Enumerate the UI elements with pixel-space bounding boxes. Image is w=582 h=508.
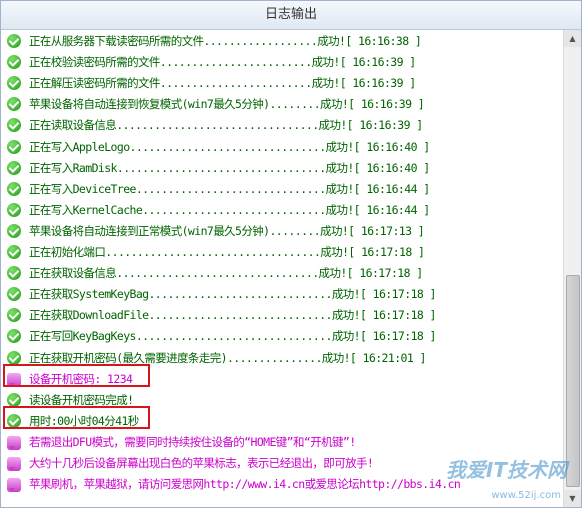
scroll-down-arrow-icon[interactable]: ▼ bbox=[564, 490, 581, 507]
watermark-url: www.52ij.com bbox=[491, 490, 561, 501]
log-entry-text: 正在获取DownloadFile........................… bbox=[29, 308, 436, 323]
log-entry-text: 正在获取SystemKeyBag........................… bbox=[29, 287, 436, 302]
success-check-icon bbox=[7, 329, 21, 344]
success-check-icon bbox=[7, 97, 21, 112]
success-check-icon bbox=[7, 392, 21, 407]
log-entry-text: 正在校验读密码所需的文件........................成功![… bbox=[29, 55, 416, 70]
scrollbar-thumb[interactable] bbox=[566, 275, 580, 487]
log-entry-text: 大约十几秒后设备屏幕出现白色的苹果标志，表示已经退出，即可放手! bbox=[29, 456, 374, 470]
message-bubble-icon bbox=[7, 457, 21, 471]
log-entry-text: 正在写入KernelCache.........................… bbox=[29, 202, 430, 217]
success-check-icon bbox=[7, 202, 21, 217]
log-output-window: 日志输出 正在从服务器下载读密码所需的文件..................成… bbox=[0, 0, 582, 508]
success-check-icon bbox=[7, 181, 21, 196]
log-entry-text: 正在写入RamDisk.............................… bbox=[29, 160, 430, 175]
success-check-icon bbox=[7, 287, 21, 302]
window-title: 日志输出 bbox=[1, 1, 581, 30]
log-entry-text: 正在获取开机密码(最久需要进度条走完)...............成功![ 1… bbox=[29, 350, 426, 365]
message-bubble-icon bbox=[7, 372, 21, 387]
scroll-up-arrow-icon[interactable]: ▲ bbox=[564, 30, 581, 47]
success-check-icon bbox=[7, 160, 21, 175]
log-entry-text: 若需退出DFU模式，需要同时持续按住设备的“HOME键”和“开机键”! bbox=[29, 434, 356, 449]
log-list: 正在从服务器下载读密码所需的文件..................成功![ 1… bbox=[1, 30, 563, 507]
message-bubble-icon bbox=[7, 435, 21, 450]
message-bubble-icon bbox=[7, 478, 21, 493]
log-entry-text: 正在写入DeviceTree..........................… bbox=[29, 181, 430, 196]
log-entry-text: 正在从服务器下载读密码所需的文件..................成功![ 1… bbox=[29, 34, 422, 48]
log-entry-text: 苹果设备将自动连接到恢复模式(win7最久5分钟)........成功![ 16… bbox=[29, 97, 425, 112]
success-check-icon bbox=[7, 76, 21, 91]
success-check-icon bbox=[7, 223, 21, 238]
log-entry-text: 用时:00小时04分41秒 bbox=[29, 413, 139, 428]
success-check-icon bbox=[7, 118, 21, 133]
success-check-icon bbox=[7, 308, 21, 323]
success-check-icon bbox=[7, 413, 21, 428]
success-check-icon bbox=[7, 245, 21, 259]
log-entry-text: 正在解压读密码所需的文件........................成功![… bbox=[29, 76, 416, 91]
success-check-icon bbox=[7, 34, 21, 48]
vertical-scrollbar[interactable]: ▲ ▼ bbox=[563, 30, 581, 507]
log-entry-text: 正在读取设备信息................................… bbox=[29, 118, 423, 133]
log-entry-text: 正在写回KeyBagKeys..........................… bbox=[29, 329, 436, 344]
log-entry-text: 苹果刷机，苹果越狱，请访问爱思网http://www.i4.cn或爱思论坛htt… bbox=[29, 477, 461, 492]
success-check-icon bbox=[7, 266, 21, 281]
watermark-logo: 我爱IT技术网 bbox=[445, 458, 567, 482]
log-entry-text: 设备开机密码: 1234 bbox=[29, 371, 133, 386]
log-entry-text: 正在初始化端口.................................… bbox=[29, 245, 425, 259]
log-entry-text: 正在获取设备信息................................… bbox=[29, 266, 423, 281]
success-check-icon bbox=[7, 350, 21, 365]
log-entry-text: 正在写入AppleLogo...........................… bbox=[29, 139, 430, 154]
success-check-icon bbox=[7, 55, 21, 70]
log-entry-text: 苹果设备将自动连接到正常模式(win7最久5分钟)........成功![ 16… bbox=[29, 223, 425, 238]
log-entry-text: 读设备开机密码完成! bbox=[29, 392, 134, 407]
success-check-icon bbox=[7, 139, 21, 154]
